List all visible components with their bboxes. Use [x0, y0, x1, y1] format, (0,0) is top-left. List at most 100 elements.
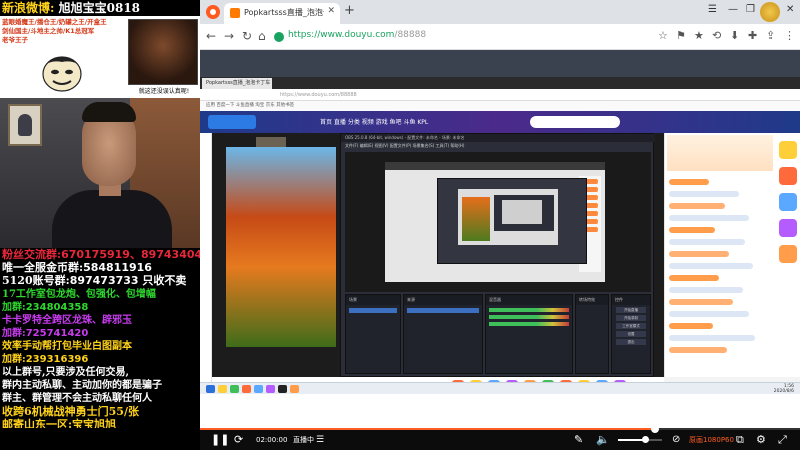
obs-exit: 退出: [616, 339, 646, 345]
nested-sidebar: [200, 133, 212, 394]
history-icon[interactable]: ⟲: [712, 29, 721, 42]
settings-gear-icon[interactable]: ⚙: [756, 433, 766, 447]
obs-window: OBS 25.0.8 (64-bit, windows) - 配置文件: 未命名…: [340, 133, 655, 377]
bookmark-star-icon[interactable]: ☆: [658, 29, 668, 42]
chat-row: [669, 227, 715, 233]
stream-video[interactable]: Popkartsss直播_泡泡卡丁车 https://www.douyu.com…: [200, 50, 800, 394]
danmaku-toggle-icon[interactable]: ⊘: [672, 433, 680, 447]
promo-line: 5120账号群:897473733 只收不卖: [2, 274, 186, 287]
chat-row: [669, 299, 733, 305]
panel-title: 转场特效: [576, 295, 608, 305]
live-label: 直播中: [293, 436, 314, 444]
nested-player: OBS 25.0.8 (64-bit, windows) - 配置文件: 未命名…: [212, 133, 664, 377]
tab-douyu[interactable]: Popkartsss直播_泡泡卡丁... ✕: [224, 3, 340, 24]
obs-start-record: 开始录制: [616, 315, 646, 321]
promo-line: 以上群号,只要涉及任何交易,: [2, 366, 129, 379]
promo-line: 加群:239316396: [2, 353, 88, 366]
promo-line: 卡卡罗特全跨区龙珠、辟邪玉: [2, 314, 132, 327]
promo-label: 效率手动帮打包毕业白图副本: [2, 341, 132, 352]
promo-label: 卡卡罗特全跨区龙珠、辟邪玉: [2, 315, 132, 326]
share-icon[interactable]: ⇪: [766, 29, 775, 42]
danmaku-edit-icon[interactable]: ✎: [574, 433, 583, 447]
secure-lock-icon[interactable]: [274, 32, 284, 42]
reload-icon[interactable]: ⟳: [234, 433, 243, 447]
extension-icon[interactable]: ✚: [748, 29, 757, 42]
refresh-icon[interactable]: ↻: [242, 29, 252, 43]
weibo-name: 旭旭宝宝0818: [58, 1, 141, 15]
address-bar: ← → ↻ ⌂ https://www.douyu.com/88888 ☆ ⚑ …: [200, 24, 800, 50]
nested-chat-panel: [664, 133, 776, 377]
live-menu-icon[interactable]: ☰: [316, 433, 324, 447]
recursive-layer: [437, 178, 587, 264]
new-tab-icon[interactable]: +: [344, 3, 355, 18]
obs-title: OBS 25.0.8 (64-bit, windows) - 配置文件: 未命名…: [341, 134, 655, 142]
quality-selector[interactable]: 原画1080P60: [689, 433, 734, 447]
promo-label: 5120账号群:: [2, 274, 70, 287]
elapsed-time: 02:00:00: [256, 436, 288, 444]
promo-value: 670175919、897434048: [61, 248, 200, 261]
volume-handle[interactable]: [642, 436, 649, 443]
promo-value: 234804358: [25, 302, 89, 313]
chat-row: [669, 203, 725, 209]
obs-sources-panel: 来源: [403, 294, 483, 374]
streamer-shirt: [52, 190, 172, 248]
url-field[interactable]: https://www.douyu.com/88888: [288, 30, 426, 40]
tab-title: Popkartsss直播_泡泡卡丁...: [244, 8, 324, 17]
recursive-bar: [385, 162, 605, 170]
promo-value: 239316396: [25, 354, 89, 365]
progress-bar[interactable]: [200, 425, 800, 433]
menu-icon[interactable]: ☰: [708, 4, 717, 15]
nested-tab: Popkartsss直播_泡泡卡丁车: [202, 78, 272, 89]
forward-icon[interactable]: →: [224, 29, 234, 43]
tab-close-icon[interactable]: ✕: [327, 6, 335, 16]
restore-icon[interactable]: ❐: [746, 4, 755, 15]
minimize-icon[interactable]: —: [728, 4, 738, 15]
nested-right-rail: [776, 133, 800, 377]
promo-line: 加群:725741420: [2, 327, 88, 340]
nested-site-nav: 首页 直播 分类 视频 游戏 鱼吧 斗鱼 KPL: [320, 119, 429, 126]
obs-panels: 场景 来源 混音器 转场特效 控件 开始直播 开始录制 工作室模式 设置 退出: [345, 294, 651, 374]
browser-window: Popkartsss直播_泡泡卡丁... ✕ + ☰ — ❐ ✕ ← → ↻ ⌂…: [200, 0, 800, 428]
promo-label: 加群:: [2, 302, 26, 313]
chat-row: [669, 347, 727, 353]
promo-line: 群内主动私聊、主动加你的都是骗子: [2, 379, 162, 392]
obs-controls-panel: 控件 开始直播 开始录制 工作室模式 设置 退出: [611, 294, 651, 374]
back-icon[interactable]: ←: [206, 29, 216, 43]
home-icon[interactable]: ⌂: [258, 29, 266, 43]
mute-icon[interactable]: 🔈: [596, 433, 610, 447]
chat-row: [669, 191, 739, 197]
selected-source: [407, 308, 479, 313]
nested-taskbar: 1:56 2020/8/6: [200, 382, 800, 394]
selected-scene: [349, 308, 397, 313]
panel-title: 混音器: [486, 295, 572, 305]
profile-avatar[interactable]: [760, 2, 780, 22]
bookmarks-icon[interactable]: ★: [694, 29, 704, 42]
pause-icon[interactable]: ❚❚: [211, 433, 229, 447]
picture-in-picture-icon[interactable]: ⧉: [736, 433, 744, 447]
promo-value: 897473733 只收不卖: [69, 274, 187, 287]
reader-icon[interactable]: ⚑: [676, 29, 686, 42]
meme-face-icon: [42, 56, 82, 92]
volume-slider[interactable]: [618, 436, 662, 443]
promo-label: 邮寄山东一区:宝宝旭旭: [2, 418, 117, 428]
promo-line: 17工作室包龙炮、包强化、包增幅: [2, 288, 156, 301]
nested-tab-bar: Popkartsss直播_泡泡卡丁车: [200, 77, 800, 89]
chat-row: [669, 323, 713, 329]
close-window-icon[interactable]: ✕: [786, 4, 794, 15]
more-menu-icon[interactable]: ⋮: [784, 29, 795, 42]
promo-value: 584811916: [83, 261, 152, 274]
chat-row: [669, 311, 749, 317]
wall-photo: [8, 104, 42, 146]
progress-handle[interactable]: [651, 425, 659, 433]
browser-logo-icon[interactable]: [206, 5, 220, 19]
fullscreen-icon[interactable]: ⤢: [778, 433, 787, 447]
promo-line: 加群:234804358: [2, 301, 88, 314]
download-icon[interactable]: ⬇: [730, 29, 739, 42]
promo-label: 加群:: [2, 354, 26, 365]
chat-row: [669, 179, 709, 185]
recursive-layer: [494, 195, 554, 231]
stream-overlay: 新浪微博: 旭旭宝宝0818 蓝眼婚魔王/播仓王/奶罐之王/开盒王 剑仙国主/斗…: [0, 0, 200, 428]
nested-game-scene: [226, 147, 336, 347]
promo-value: 725741420: [25, 328, 89, 339]
audio-meter: [489, 315, 569, 319]
